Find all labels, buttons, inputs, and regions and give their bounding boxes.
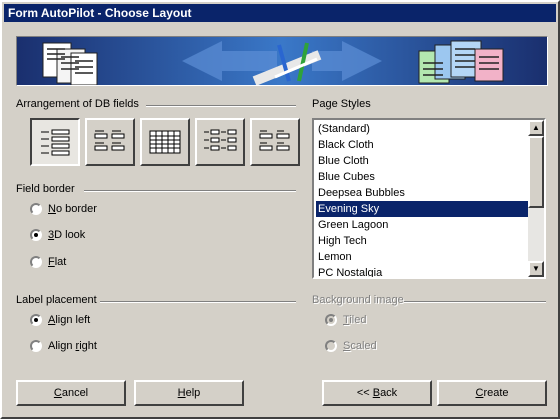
align-left-text: Align left — [48, 314, 91, 326]
scroll-thumb[interactable] — [528, 136, 544, 208]
page-styles-label: Page Styles — [312, 98, 371, 110]
radio-flat[interactable] — [30, 256, 42, 268]
field-border-separator — [84, 190, 296, 192]
arrangement-label: Arrangement of DB fields — [16, 98, 139, 110]
scroll-up-button[interactable]: ▲ — [528, 120, 544, 136]
list-item[interactable]: Green Lagoon — [316, 217, 528, 233]
data-sheet-icon — [149, 130, 181, 154]
field-border-flat-option[interactable]: Flat — [30, 256, 66, 268]
header-banner — [16, 36, 548, 86]
radio-scaled[interactable] — [325, 340, 337, 352]
window-title: Form AutoPilot - Choose Layout — [8, 6, 192, 20]
list-item[interactable]: Blue Cloth — [316, 153, 528, 169]
radio-no-border[interactable] — [30, 203, 42, 215]
background-image-label: Background image — [312, 294, 404, 306]
create-button[interactable]: Create — [437, 380, 547, 406]
scroll-down-icon: ▼ — [532, 264, 540, 273]
field-border-no-border-option[interactable]: No border — [30, 203, 97, 215]
no-border-text: No border — [48, 203, 97, 215]
label-placement-label: Label placement — [16, 294, 97, 306]
field-border-3d-look-option[interactable]: 3D look — [30, 229, 85, 241]
list-item[interactable]: (Standard) — [316, 121, 528, 137]
list-item[interactable]: Black Cloth — [316, 137, 528, 153]
arrangement-blocks-labels-left-button[interactable] — [195, 118, 245, 166]
list-item[interactable]: Lemon — [316, 249, 528, 265]
blocks-labels-above-icon — [259, 130, 290, 151]
blocks-labels-left-icon — [204, 129, 237, 151]
label-placement-separator — [100, 301, 296, 303]
arrangement-blocks-labels-above-button[interactable] — [250, 118, 300, 166]
arrangement-data-sheet-button[interactable] — [140, 118, 190, 166]
scaled-text: Scaled — [343, 340, 377, 352]
columnar-labels-left-icon — [41, 129, 70, 156]
banner-image — [17, 37, 547, 85]
field-border-label: Field border — [16, 183, 75, 195]
radio-align-right[interactable] — [30, 340, 42, 352]
tiled-text: Tiled — [343, 314, 367, 326]
flat-text: Flat — [48, 256, 67, 268]
cancel-button[interactable]: Cancel — [16, 380, 126, 406]
columnar-labels-top-icon — [94, 130, 125, 151]
list-item[interactable]: Deepsea Bubbles — [316, 185, 528, 201]
align-right-option[interactable]: Align right — [30, 340, 97, 352]
arrangement-separator — [146, 105, 296, 107]
background-image-separator — [404, 301, 546, 303]
list-item[interactable]: PC Nostalgia — [316, 265, 528, 277]
arrangement-columnar-labels-top-button[interactable] — [85, 118, 135, 166]
scaled-option[interactable]: Scaled — [325, 340, 377, 352]
page-styles-scrollbar[interactable]: ▲ ▼ — [528, 120, 544, 277]
help-button[interactable]: Help — [134, 380, 244, 406]
align-left-option[interactable]: Align left — [30, 314, 90, 326]
tiled-option[interactable]: Tiled — [325, 314, 366, 326]
radio-align-left[interactable] — [30, 314, 42, 326]
page-styles-items: (Standard) Black Cloth Blue Cloth Blue C… — [316, 121, 528, 277]
radio-tiled[interactable] — [325, 314, 337, 326]
scroll-down-button[interactable]: ▼ — [528, 261, 544, 277]
list-item[interactable]: Blue Cubes — [316, 169, 528, 185]
scroll-up-icon: ▲ — [532, 123, 540, 132]
list-item[interactable]: High Tech — [316, 233, 528, 249]
arrangement-columnar-labels-left-button[interactable] — [30, 118, 80, 166]
radio-3d-look[interactable] — [30, 229, 42, 241]
page-styles-listbox[interactable]: (Standard) Black Cloth Blue Cloth Blue C… — [312, 118, 546, 279]
back-button[interactable]: << Back — [322, 380, 432, 406]
3d-look-text: 3D look — [48, 229, 86, 241]
align-right-text: Align right — [48, 340, 97, 352]
title-bar[interactable]: Form AutoPilot - Choose Layout — [4, 4, 556, 22]
dialog-window: Form AutoPilot - Choose Layout Arrangeme… — [0, 0, 560, 419]
list-item-selected[interactable]: Evening Sky — [316, 201, 528, 217]
